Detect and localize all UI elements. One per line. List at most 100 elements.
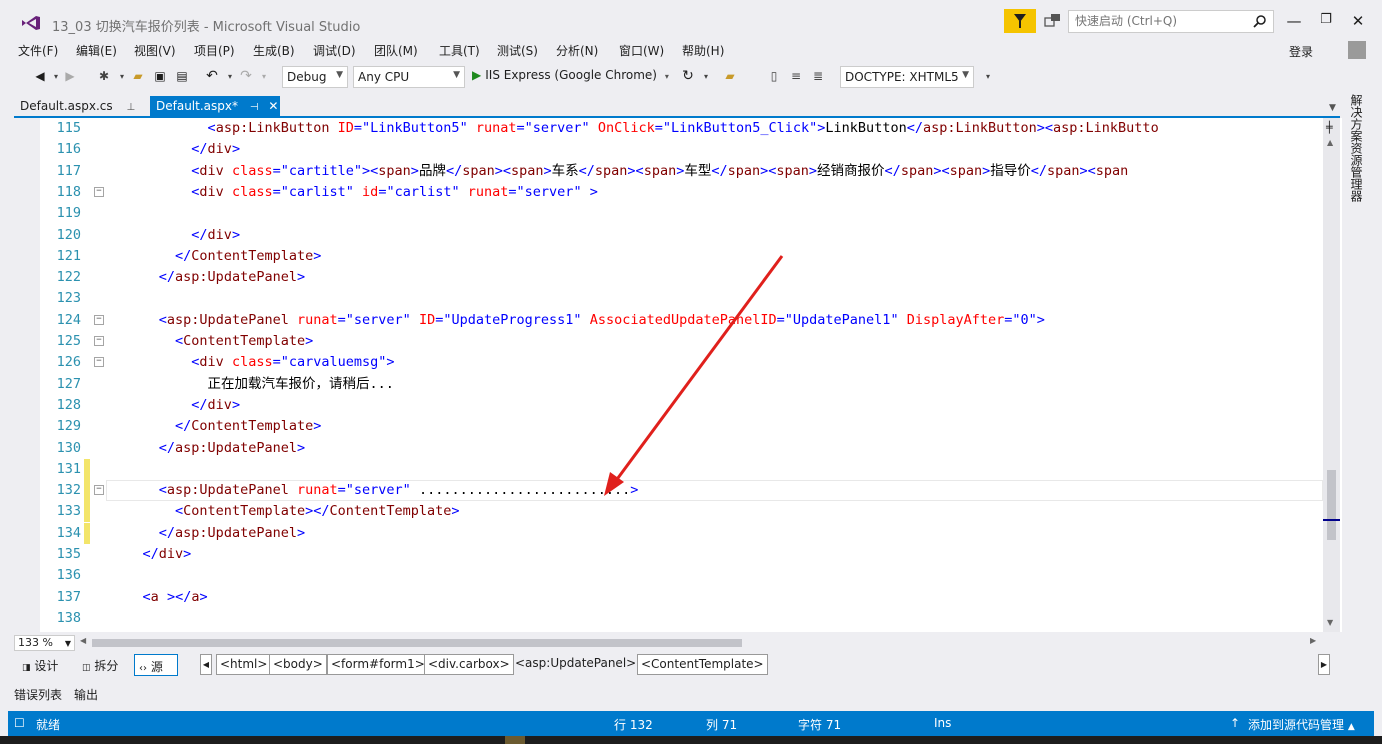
code-line[interactable]: 116 </div>	[14, 139, 1324, 160]
code-line[interactable]: 120 </div>	[14, 225, 1324, 246]
code-line[interactable]: 128 </div>	[14, 395, 1324, 416]
uncomment-icon[interactable]: ≣	[810, 68, 826, 84]
restore-icon[interactable]: ❐	[1316, 12, 1336, 30]
tag-navigator-right-icon[interactable]: ▶	[1318, 654, 1330, 675]
start-debugging-button[interactable]: ▶ IIS Express (Google Chrome) ▾	[472, 68, 669, 82]
menu-analyze[interactable]: 分析(N)	[556, 42, 598, 59]
code-text[interactable]: </ContentTemplate>	[110, 246, 321, 267]
account-icon[interactable]	[1348, 41, 1366, 59]
tag-navigator-left-icon[interactable]: ◀	[200, 654, 212, 675]
code-line[interactable]: 131	[14, 458, 1324, 480]
undo-icon[interactable]: ↶	[204, 68, 220, 84]
collapse-icon[interactable]: −	[94, 357, 104, 368]
scroll-right-icon[interactable]: ▶	[1310, 636, 1316, 645]
code-line[interactable]: 126 − <div class="carvaluemsg">	[14, 352, 1324, 373]
tab-output[interactable]: 输出	[74, 686, 98, 703]
scroll-up-icon[interactable]: ▲	[1327, 138, 1333, 147]
code-text[interactable]: </div>	[110, 395, 240, 416]
refresh-dropdown-icon[interactable]: ▾	[698, 68, 714, 84]
menu-build[interactable]: 生成(B)	[253, 42, 295, 59]
code-line[interactable]: 125 − <ContentTemplate>	[14, 331, 1324, 352]
solution-explorer-tab[interactable]: 解决方案资源管理器	[1347, 94, 1365, 214]
editor-vertical-scrollbar[interactable]: ╪ ▲ ▼	[1323, 118, 1340, 632]
code-text[interactable]: <ContentTemplate></ContentTemplate>	[110, 501, 460, 522]
save-all-icon[interactable]: ▤	[174, 68, 190, 84]
code-line[interactable]: 133 <ContentTemplate></ContentTemplate>	[14, 501, 1324, 523]
menu-help[interactable]: 帮助(H)	[682, 42, 724, 59]
menu-tools[interactable]: 工具(T)	[439, 42, 480, 59]
add-to-source-control-button[interactable]: 添加到源代码管理 ▲	[1248, 716, 1355, 733]
tab-list-dropdown-icon[interactable]: ▼	[1329, 103, 1336, 113]
run-target-dropdown-icon[interactable]: ▾	[665, 72, 669, 81]
new-project-icon[interactable]: ✱	[96, 68, 112, 84]
code-text[interactable]: </div>	[110, 139, 240, 160]
menu-debug[interactable]: 调试(D)	[313, 42, 356, 59]
close-tab-icon[interactable]: ✕	[268, 99, 278, 113]
code-text[interactable]: <div class="carvaluemsg">	[110, 352, 394, 373]
menu-test[interactable]: 测试(S)	[497, 42, 538, 59]
code-line[interactable]: 119	[14, 203, 1324, 224]
code-line[interactable]: 121 </ContentTemplate>	[14, 246, 1324, 267]
minimize-icon[interactable]: —	[1284, 12, 1304, 30]
code-line[interactable]: 115 <asp:LinkButton ID="LinkButton5" run…	[14, 118, 1324, 139]
code-line[interactable]: 138	[14, 608, 1324, 629]
tab-error-list[interactable]: 错误列表	[14, 686, 62, 703]
code-text[interactable]: <div class="cartitle"><span>品牌</span><sp…	[110, 161, 1128, 182]
tab-default-aspx[interactable]: Default.aspx* ⊣ ✕	[150, 96, 280, 116]
code-line[interactable]: 122 </asp:UpdatePanel>	[14, 267, 1324, 288]
undo-dropdown-icon[interactable]: ▾	[222, 68, 238, 84]
code-line[interactable]: 135 </div>	[14, 544, 1324, 565]
code-line[interactable]: 136	[14, 565, 1324, 586]
new-dropdown-icon[interactable]: ▾	[114, 68, 130, 84]
code-text[interactable]: </asp:UpdatePanel>	[110, 438, 305, 459]
collapse-icon[interactable]: −	[94, 314, 104, 325]
code-text[interactable]: </div>	[110, 544, 192, 565]
code-line[interactable]: 129 </ContentTemplate>	[14, 416, 1324, 437]
code-text[interactable]: </asp:UpdatePanel>	[110, 523, 305, 544]
code-text[interactable]: <ContentTemplate>	[110, 331, 313, 352]
refresh-icon[interactable]: ↻	[680, 68, 696, 84]
code-text[interactable]: </div>	[110, 225, 240, 246]
code-line[interactable]: 137 <a ></a>	[14, 587, 1324, 608]
close-icon[interactable]: ✕	[1348, 12, 1368, 30]
breadcrumb-html[interactable]: <html>	[216, 654, 272, 675]
menu-file[interactable]: 文件(F)	[18, 42, 58, 59]
document-icon[interactable]: ▯	[766, 68, 782, 84]
open-file-icon[interactable]: ▰	[130, 68, 146, 84]
comment-icon[interactable]: ≡	[788, 68, 804, 84]
quick-launch-input[interactable]	[1069, 11, 1239, 31]
scroll-left-icon[interactable]: ◀	[80, 636, 86, 645]
code-text[interactable]: 正在加载汽车报价，请稍后...	[110, 374, 394, 395]
breadcrumb-body[interactable]: <body>	[269, 654, 327, 675]
notification-flag-icon[interactable]	[1004, 9, 1036, 33]
pin-icon[interactable]: ⊣	[250, 102, 259, 113]
code-line[interactable]: 118 − <div class="carlist" id="carlist" r…	[14, 182, 1324, 203]
toolbar-overflow-icon[interactable]: ▾	[980, 68, 996, 84]
menu-edit[interactable]: 编辑(E)	[76, 42, 117, 59]
find-in-files-icon[interactable]: ▰	[722, 68, 738, 84]
feedback-icon[interactable]	[1044, 12, 1062, 30]
menu-team[interactable]: 团队(M)	[374, 42, 418, 59]
navigate-forward-icon[interactable]: ▶	[62, 68, 78, 84]
code-text[interactable]: <div class="carlist" id="carlist" runat=…	[110, 182, 598, 203]
code-line[interactable]: 127 正在加载汽车报价，请稍后...	[14, 374, 1324, 395]
code-line[interactable]: 134 </asp:UpdatePanel>	[14, 522, 1324, 544]
pin-icon[interactable]: ⊥	[126, 102, 135, 113]
breadcrumb-updatepanel[interactable]: <asp:UpdatePanel>	[512, 654, 639, 675]
code-line[interactable]: 123	[14, 288, 1324, 309]
menu-window[interactable]: 窗口(W)	[619, 42, 664, 59]
breadcrumb-div-carbox[interactable]: <div.carbox>	[424, 654, 514, 675]
collapse-icon[interactable]: −	[94, 336, 104, 346]
quick-launch-box[interactable]	[1068, 10, 1274, 33]
scrollbar-thumb[interactable]	[1327, 470, 1336, 540]
code-line[interactable]: 130 </asp:UpdatePanel>	[14, 438, 1324, 459]
code-text[interactable]: </ContentTemplate>	[110, 416, 321, 437]
taskbar-app-icon[interactable]	[505, 736, 525, 744]
navigate-back-icon[interactable]: ◀	[32, 68, 48, 84]
scrollbar-thumb[interactable]	[92, 639, 742, 647]
code-line[interactable]: 132 − <asp:UpdatePanel runat="server" ...…	[14, 480, 1324, 502]
code-line[interactable]: 124− <asp:UpdatePanel runat="server" ID=…	[14, 310, 1324, 331]
code-text[interactable]: <asp:LinkButton ID="LinkButton5" runat="…	[110, 118, 1159, 139]
code-line[interactable]: 117 <div class="cartitle"><span>品牌</span…	[14, 161, 1324, 182]
save-icon[interactable]: ▣	[152, 68, 168, 84]
